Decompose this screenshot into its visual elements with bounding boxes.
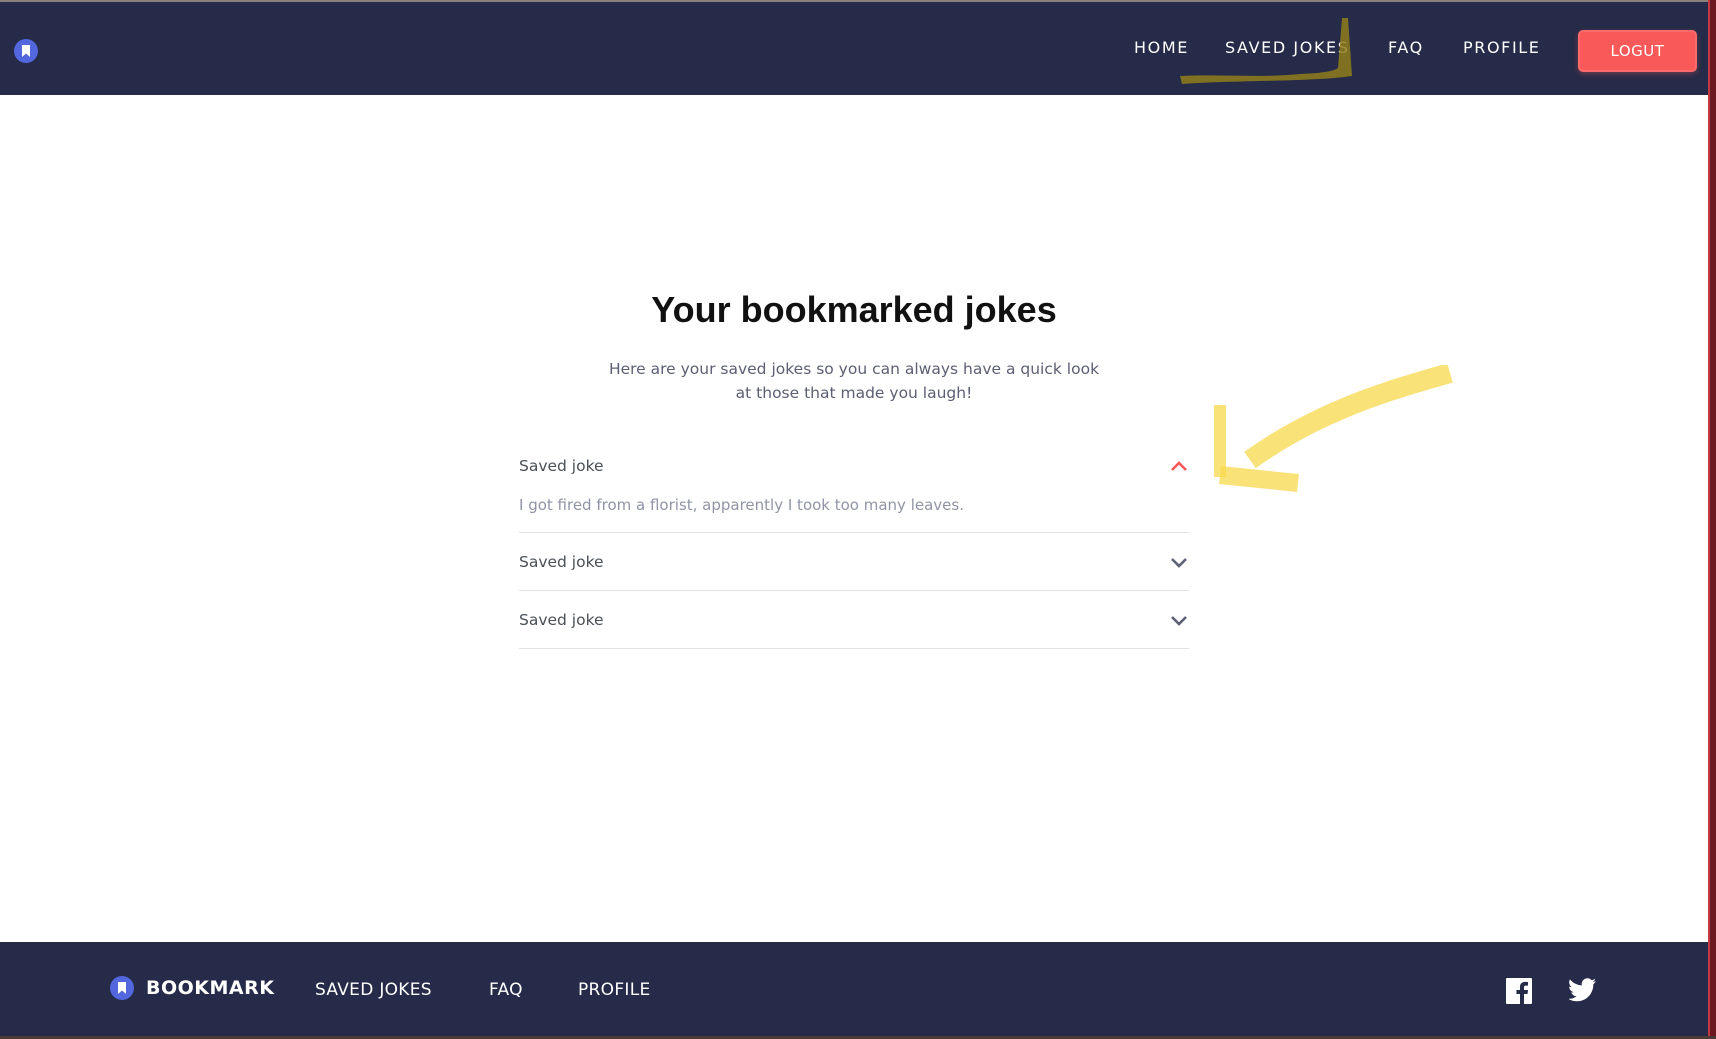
accordion-label: Saved joke <box>519 457 604 475</box>
subtitle-line: Here are your saved jokes so you can alw… <box>608 360 1100 378</box>
logout-button[interactable]: LOGUT <box>1578 30 1697 72</box>
twitter-icon[interactable] <box>1568 978 1597 1007</box>
accordion-label: Saved joke <box>519 610 604 629</box>
subtitle-line: at those that made you laugh! <box>735 384 973 402</box>
page: HOME SAVED JOKES FAQ PROFILE LOGUT Your … <box>0 0 1716 1039</box>
chevron-down-icon[interactable] <box>1169 610 1189 630</box>
nav-faq-link[interactable]: FAQ <box>1388 38 1424 64</box>
site-header: HOME SAVED JOKES FAQ PROFILE LOGUT <box>0 2 1708 95</box>
accordion-item: Saved joke <box>519 533 1189 591</box>
accordion-item: Saved joke I got fired from a florist, a… <box>519 440 1189 533</box>
bookmark-logo-icon <box>110 976 134 1000</box>
footer-saved-jokes-link[interactable]: SAVED JOKES <box>315 980 432 1000</box>
accordion-header[interactable]: Saved joke <box>519 440 1189 492</box>
facebook-icon[interactable] <box>1506 978 1532 1009</box>
footer-faq-link[interactable]: FAQ <box>489 980 523 1000</box>
footer-brand: BOOKMARK <box>146 977 275 999</box>
highlighter-underline-annotation <box>1180 18 1352 84</box>
page-subtitle: Here are your saved jokes so you can alw… <box>604 357 1104 405</box>
footer-profile-link[interactable]: PROFILE <box>578 980 651 1000</box>
chevron-up-icon[interactable] <box>1169 456 1189 476</box>
bookmark-logo-icon[interactable] <box>14 39 38 63</box>
page-title: Your bookmarked jokes <box>651 289 1057 330</box>
joke-text: I got fired from a florist, apparently I… <box>519 496 964 514</box>
site-footer: BOOKMARK SAVED JOKES FAQ PROFILE <box>0 942 1708 1036</box>
saved-jokes-accordion: Saved joke I got fired from a florist, a… <box>519 440 1189 649</box>
chevron-down-icon[interactable] <box>1169 552 1189 572</box>
accordion-item: Saved joke <box>519 591 1189 649</box>
nav-profile-link[interactable]: PROFILE <box>1463 38 1541 64</box>
highlighter-arrow-annotation <box>1214 365 1453 492</box>
accordion-header[interactable]: Saved joke <box>519 591 1189 648</box>
desktop-strip <box>1710 0 1716 1039</box>
accordion-label: Saved joke <box>519 552 604 571</box>
footer-logo[interactable]: BOOKMARK <box>110 976 274 1000</box>
accordion-header[interactable]: Saved joke <box>519 533 1189 590</box>
